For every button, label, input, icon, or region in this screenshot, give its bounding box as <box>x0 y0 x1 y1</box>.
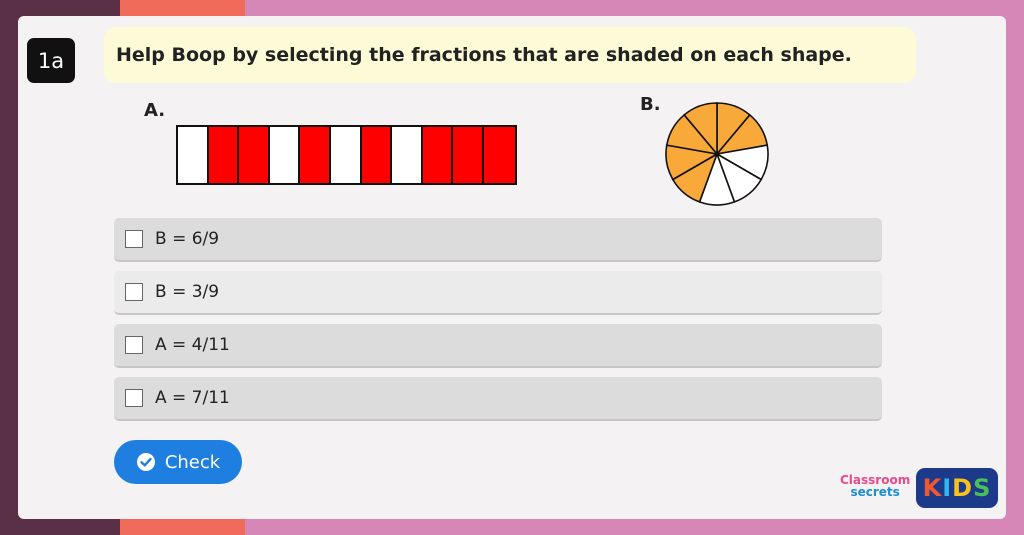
logo-line-2: secrets <box>850 485 900 499</box>
bar-segment <box>453 127 484 183</box>
option-3-checkbox[interactable] <box>125 336 143 354</box>
option-4-label: A = 7/11 <box>155 388 230 408</box>
bar-segment <box>392 127 423 183</box>
kids-letter-3: D <box>952 474 974 502</box>
bar-segment <box>422 127 454 183</box>
option-1-checkbox[interactable] <box>125 230 143 248</box>
option-2[interactable]: B = 3/9 <box>114 271 882 315</box>
option-3[interactable]: A = 4/11 <box>114 324 882 368</box>
bar-segment <box>178 127 209 183</box>
bar-segment <box>239 127 270 183</box>
question-number-badge: 1a <box>27 38 75 83</box>
bar-segment <box>300 127 331 183</box>
question-text: Help Boop by selecting the fractions tha… <box>116 44 852 66</box>
check-circle-icon <box>136 453 155 471</box>
check-button[interactable]: Check <box>114 440 242 484</box>
option-3-label: A = 4/11 <box>155 335 230 355</box>
check-button-label: Check <box>164 451 221 473</box>
question-prompt-box: Help Boop by selecting the fractions tha… <box>104 27 916 83</box>
option-4-checkbox[interactable] <box>125 389 143 407</box>
classroom-secrets-logo: Classroom secrets <box>840 474 910 498</box>
option-1[interactable]: B = 6/9 <box>114 218 882 262</box>
option-4[interactable]: A = 7/11 <box>114 377 882 421</box>
shape-a-bar <box>176 125 517 185</box>
question-card: 1a Help Boop by selecting the fractions … <box>18 16 1006 519</box>
shape-a-label: A. <box>144 100 166 121</box>
option-2-label: B = 3/9 <box>155 282 220 302</box>
kids-letter-4: S <box>973 474 992 502</box>
kids-letter-1: K <box>922 474 943 502</box>
shape-b-circle <box>665 102 769 206</box>
bar-segment <box>361 127 393 183</box>
bar-segment <box>269 127 301 183</box>
option-2-checkbox[interactable] <box>125 283 143 301</box>
bar-segment <box>483 127 515 183</box>
kids-letter-2: I <box>942 474 953 502</box>
bar-segment <box>208 127 240 183</box>
bar-segment <box>330 127 362 183</box>
option-1-label: B = 6/9 <box>155 229 220 249</box>
kids-logo: K I D S <box>916 468 998 508</box>
shape-b-label: B. <box>640 94 661 115</box>
